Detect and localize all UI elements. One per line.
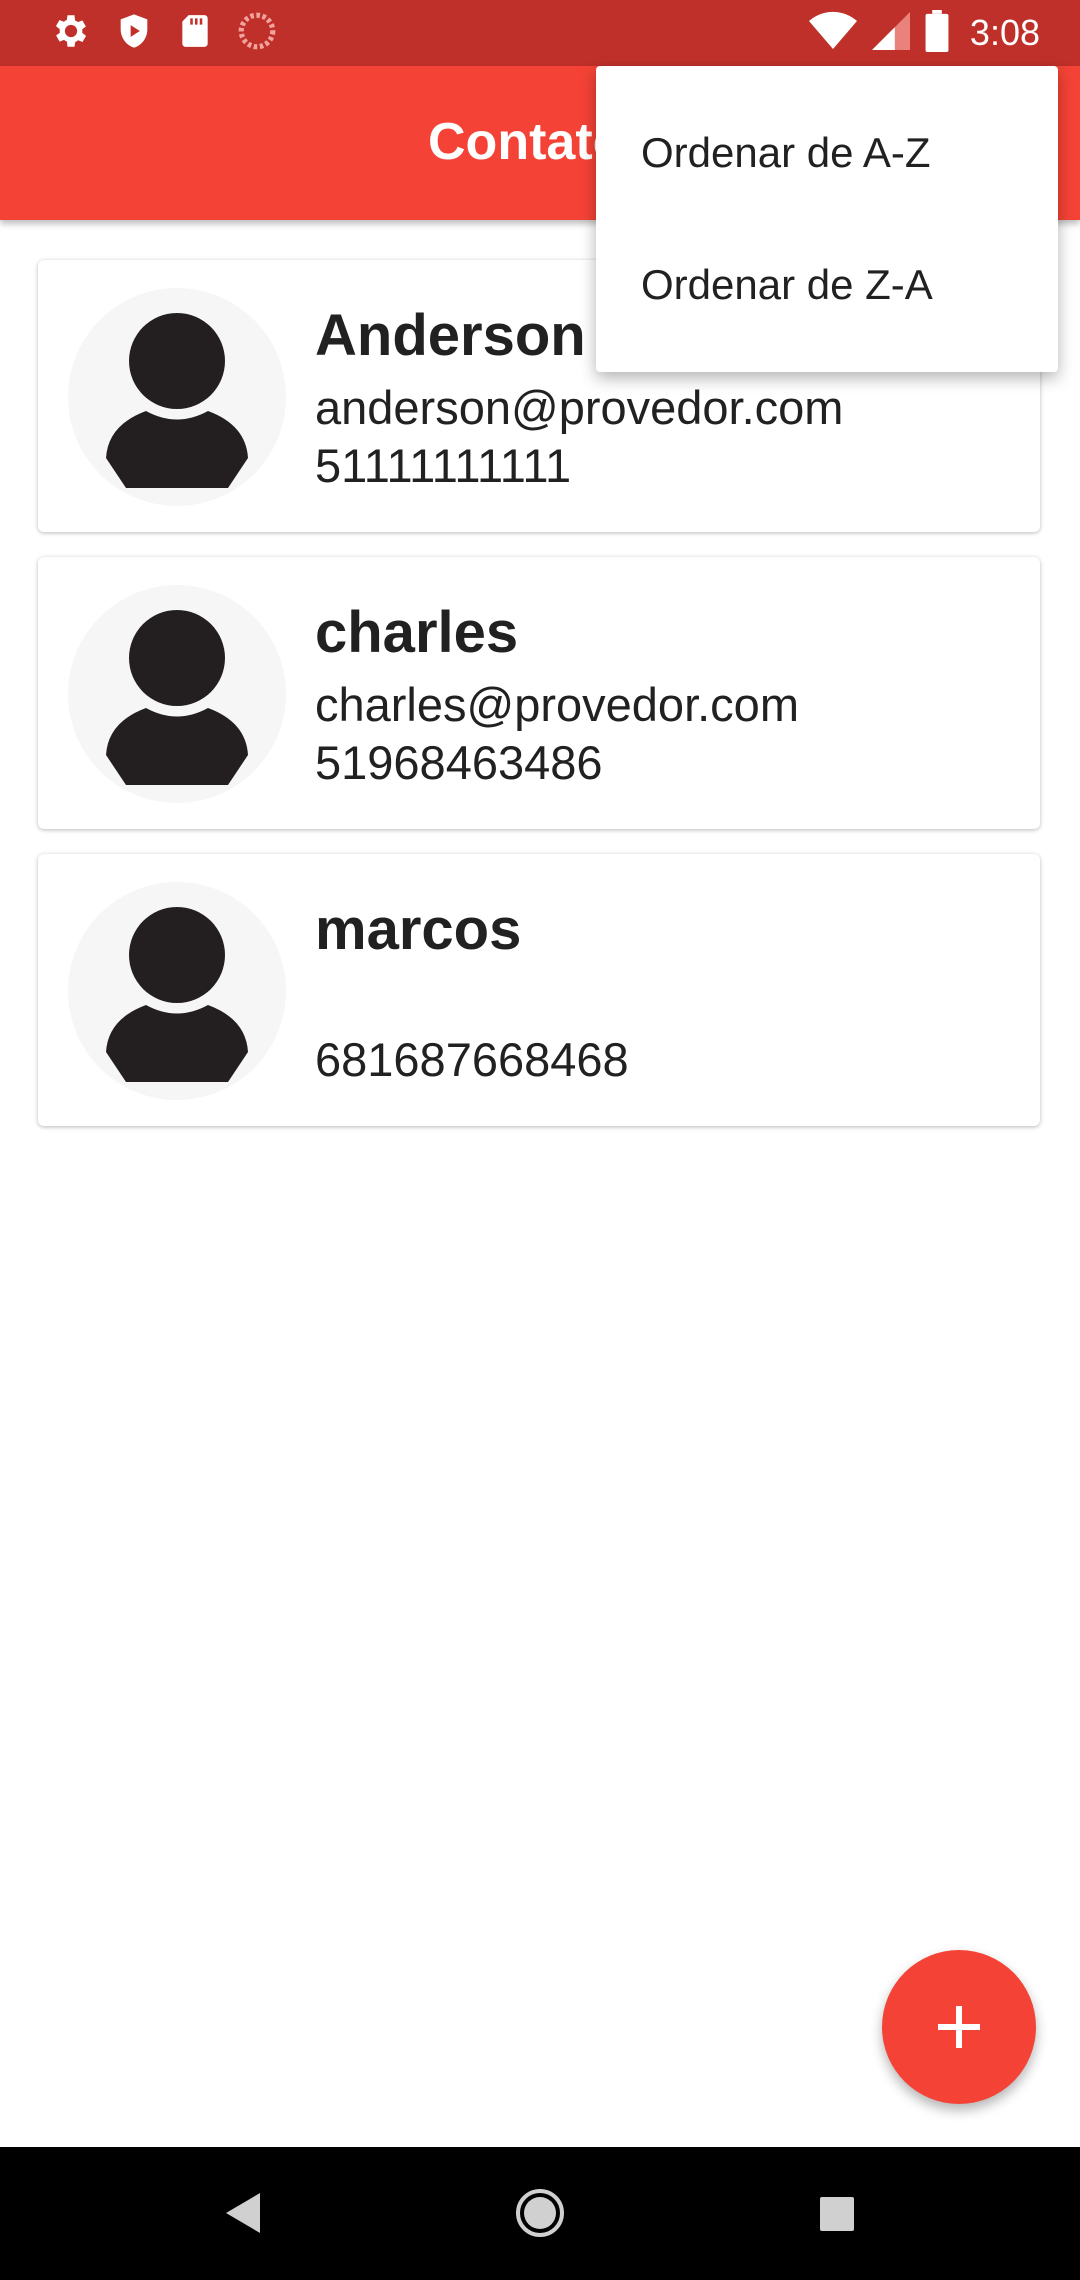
person-icon	[106, 313, 248, 488]
signal-icon	[871, 11, 910, 56]
status-bar: 3:08	[0, 0, 1080, 66]
contact-email: anderson@provedor.com	[315, 381, 844, 434]
person-icon	[106, 610, 248, 785]
contact-name: charles	[315, 600, 519, 665]
avatar	[68, 288, 286, 506]
back-icon	[226, 2193, 260, 2233]
avatar	[68, 882, 286, 1100]
person-icon	[106, 907, 248, 1082]
battery-icon	[924, 9, 950, 57]
back-button[interactable]	[202, 2173, 282, 2253]
status-right-icons: 3:08	[808, 9, 1040, 57]
menu-item-sort-za[interactable]: Ordenar de Z-A	[596, 220, 1058, 350]
status-time: 3:08	[969, 12, 1040, 53]
wifi-icon	[808, 11, 858, 56]
recents-button[interactable]	[796, 2173, 876, 2253]
menu-item-sort-az[interactable]: Ordenar de A-Z	[596, 88, 1058, 218]
sd-card-icon	[176, 10, 214, 57]
navigation-bar	[0, 2147, 1080, 2280]
settings-icon	[50, 10, 92, 57]
sync-icon	[236, 10, 278, 57]
avatar	[68, 585, 286, 803]
home-button[interactable]	[500, 2173, 580, 2253]
contact-phone: 51968463486	[315, 736, 603, 789]
add-icon	[938, 2006, 980, 2048]
contact-name: marcos	[315, 897, 522, 962]
recents-icon	[820, 2197, 854, 2231]
contact-email: charles@provedor.com	[315, 678, 799, 731]
contact-name: Anderson	[315, 303, 586, 368]
contact-card[interactable]: marcos 681687668468	[38, 854, 1040, 1126]
add-contact-button[interactable]	[882, 1950, 1036, 2104]
status-left-icons	[50, 12, 278, 54]
contact-phone: 681687668468	[315, 1033, 629, 1086]
home-icon	[516, 2189, 564, 2237]
contact-card[interactable]: charles charles@provedor.com 51968463486	[38, 557, 1040, 829]
contact-phone: 51111111111	[315, 439, 572, 492]
overflow-menu: Ordenar de A-Z Ordenar de Z-A	[596, 66, 1058, 372]
shield-icon	[114, 10, 154, 57]
